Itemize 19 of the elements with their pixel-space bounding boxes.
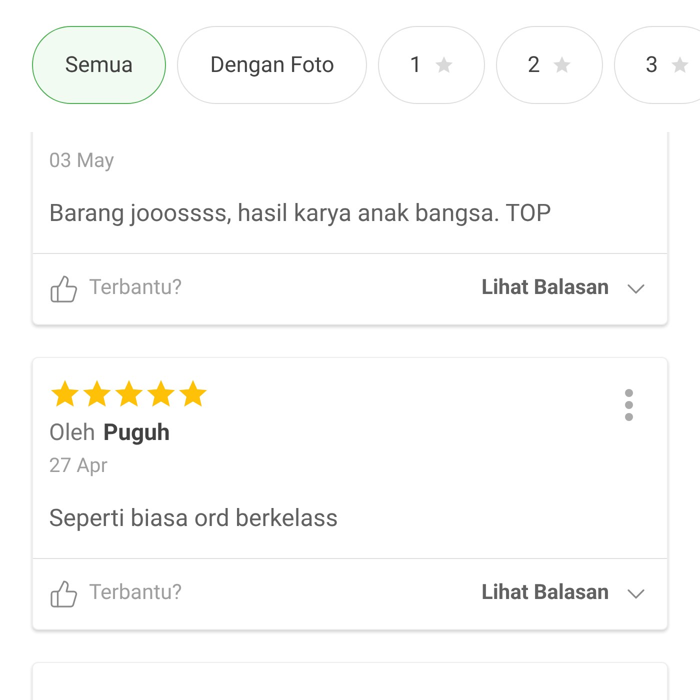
by-label: Oleh: [49, 418, 96, 448]
filter-chip[interactable]: Dengan Foto: [177, 26, 368, 104]
star-icon: [434, 55, 454, 75]
more-options-icon[interactable]: [625, 389, 633, 421]
filter-chip[interactable]: 1: [378, 26, 486, 104]
thumbs-up-icon: [49, 274, 79, 304]
star-icon: [670, 55, 690, 75]
star-icon: [552, 55, 572, 75]
review-date: 03 May: [49, 147, 116, 174]
filter-chip[interactable]: Semua: [32, 26, 166, 104]
filter-chip[interactable]: 3: [614, 26, 700, 104]
view-replies-button[interactable]: Lihat Balasan: [482, 578, 651, 610]
review-text: Seperti biasa ord berkelass: [49, 503, 340, 534]
view-replies-button[interactable]: Lihat Balasan: [482, 273, 651, 305]
review-text: Barang jooossss, hasil karya anak bangsa. TOP: [49, 198, 552, 229]
review-date: 27 Apr: [49, 452, 108, 479]
filter-chip[interactable]: 2: [496, 26, 604, 104]
author-name: Puguh: [103, 418, 170, 448]
thumbs-up-icon: [49, 579, 79, 609]
